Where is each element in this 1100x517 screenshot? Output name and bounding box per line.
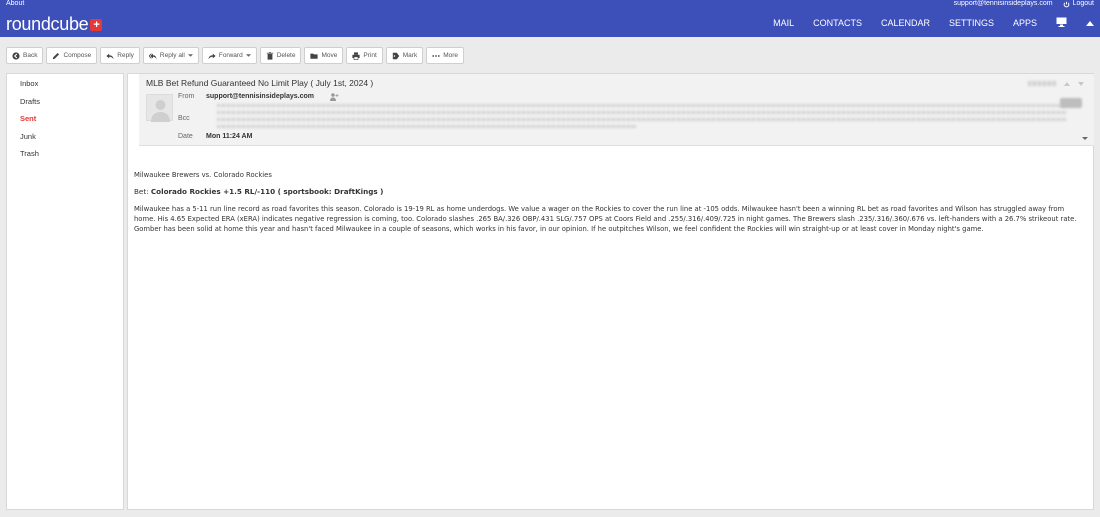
reply-all-icon <box>148 52 157 59</box>
folder-drafts[interactable]: Drafts <box>7 93 123 111</box>
nav-calendar[interactable]: CALENDAR <box>881 18 930 28</box>
nav-settings[interactable]: SETTINGS <box>949 18 994 28</box>
reply-icon <box>106 53 114 59</box>
message-view: MLB Bet Refund Guaranteed No Limit Play … <box>127 73 1094 510</box>
message-count-redacted <box>1028 81 1056 86</box>
back-label: Back <box>23 52 38 59</box>
mark-label: Mark <box>402 52 418 59</box>
analysis-paragraph: Milwaukee has a 5-11 run line record as … <box>134 205 1077 233</box>
header-options-badge[interactable] <box>1060 98 1082 108</box>
from-label: From <box>178 93 195 100</box>
nav-apps[interactable]: APPS <box>1013 18 1037 28</box>
bcc-label: Bcc <box>178 115 190 122</box>
reply-label: Reply <box>117 52 134 59</box>
next-message-icon[interactable] <box>1078 81 1084 87</box>
logo-plus-icon: + <box>90 19 103 31</box>
move-icon <box>310 53 319 59</box>
print-icon <box>352 51 360 60</box>
bet-line: Bet: Colorado Rockies +1.5 RL/-110 ( spo… <box>134 187 1084 197</box>
bcc-recipients-redacted <box>217 104 1067 107</box>
top-header: About support@tennisinsideplays.com Logo… <box>0 0 1100 37</box>
back-button[interactable]: Back <box>6 47 44 64</box>
matchup-line: Milwaukee Brewers vs. Colorado Rockies <box>134 171 272 179</box>
chevron-down-icon[interactable] <box>245 53 251 58</box>
chevron-down-icon[interactable] <box>1082 136 1088 141</box>
message-body: Milwaukee Brewers vs. Colorado Rockies B… <box>134 170 1084 241</box>
mark-icon <box>392 52 399 59</box>
logout-label: Logout <box>1072 0 1094 7</box>
more-icon <box>432 54 440 57</box>
message-subject: MLB Bet Refund Guaranteed No Limit Play … <box>146 78 374 88</box>
user-email: support@tennisinsideplays.com <box>953 0 1053 7</box>
move-label: Move <box>321 52 338 59</box>
folder-sent[interactable]: Sent <box>7 110 123 128</box>
compose-button[interactable]: Compose <box>46 47 98 64</box>
more-button[interactable]: More <box>426 47 465 64</box>
delete-icon <box>266 51 273 60</box>
forward-button[interactable]: Forward <box>201 47 257 64</box>
date-label: Date <box>178 133 193 140</box>
bcc-recipients-redacted-2 <box>217 111 1067 114</box>
chevron-down-icon[interactable] <box>187 53 193 58</box>
roundcube-logo[interactable]: roundcube + <box>6 14 103 34</box>
compose-label: Compose <box>63 52 92 59</box>
sender-avatar <box>146 94 173 122</box>
delete-button[interactable]: Delete <box>259 47 302 64</box>
forward-label: Forward <box>218 52 243 59</box>
delete-label: Delete <box>276 52 296 59</box>
power-icon <box>1063 1 1069 7</box>
bcc-recipients-redacted-3 <box>217 118 1067 121</box>
monitor-icon[interactable] <box>1056 17 1067 29</box>
reply-all-button[interactable]: Reply all <box>142 47 199 64</box>
bcc-recipients-redacted-4 <box>217 125 637 128</box>
print-button[interactable]: Print <box>346 47 383 64</box>
bet-prefix: Bet: <box>134 187 151 196</box>
move-button[interactable]: Move <box>304 47 344 64</box>
reply-button[interactable]: Reply <box>100 47 140 64</box>
folder-trash[interactable]: Trash <box>7 145 123 163</box>
reply-all-label: Reply all <box>159 52 185 59</box>
from-value[interactable]: support@tennisinsideplays.com <box>206 93 314 100</box>
more-label: More <box>443 52 459 59</box>
folder-list: Inbox Drafts Sent Junk Trash <box>6 73 124 510</box>
message-header: MLB Bet Refund Guaranteed No Limit Play … <box>139 74 1094 146</box>
bet-value: Colorado Rockies +1.5 RL/-110 ( sportsbo… <box>150 187 384 196</box>
user-info: support@tennisinsideplays.com Logout <box>954 0 1094 8</box>
folder-inbox[interactable]: Inbox <box>7 75 123 93</box>
prev-message-icon[interactable] <box>1064 81 1070 87</box>
mark-button[interactable]: Mark <box>385 47 424 64</box>
logout-button[interactable]: Logout <box>1063 0 1094 8</box>
back-icon <box>12 51 20 60</box>
nav-mail[interactable]: MAIL <box>773 18 794 28</box>
folder-junk[interactable]: Junk <box>7 128 123 146</box>
print-label: Print <box>363 52 377 59</box>
logo-text: roundcube <box>6 14 89 34</box>
forward-icon <box>208 53 216 59</box>
about-link[interactable]: About <box>6 0 24 8</box>
collapse-up-icon[interactable] <box>1086 18 1094 28</box>
add-contact-icon[interactable] <box>330 93 339 101</box>
nav-contacts[interactable]: CONTACTS <box>813 18 862 28</box>
main-nav: MAIL CONTACTS CALENDAR SETTINGS APPS <box>773 17 1094 29</box>
compose-icon <box>53 52 60 59</box>
message-toolbar: Back Compose Reply Reply all Forward Del… <box>6 47 465 64</box>
date-value: Mon 11:24 AM <box>206 133 253 140</box>
